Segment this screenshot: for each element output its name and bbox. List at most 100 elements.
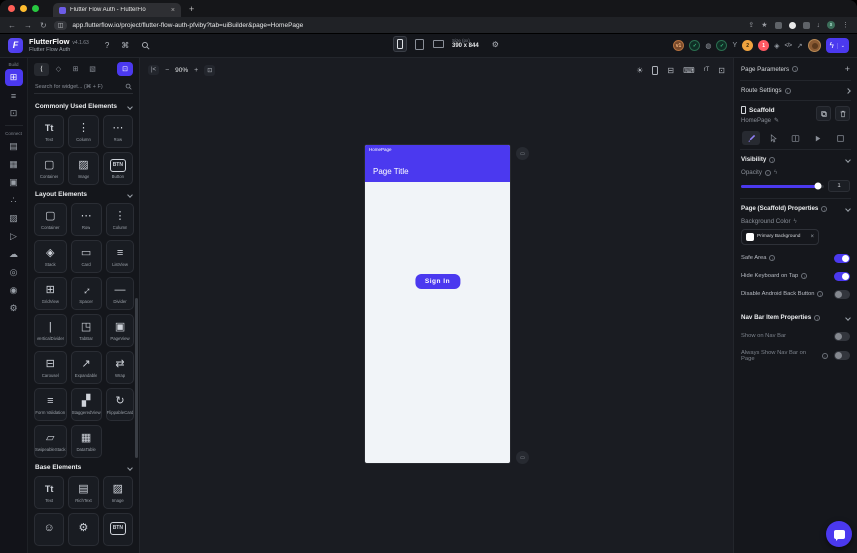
widget-card-column[interactable]: ⋮ Column [68, 115, 98, 148]
background-color-chip[interactable]: Primary Background × [741, 229, 819, 245]
device-phone-button[interactable] [393, 36, 407, 52]
zoom-out-icon[interactable]: − [165, 67, 169, 74]
download-icon[interactable]: ↓ [817, 22, 821, 29]
omnibox[interactable]: ◫ app.flutterflow.io/project/flutter-flo… [54, 21, 742, 30]
warning-count-badge[interactable]: 2 [742, 40, 753, 51]
canvas[interactable]: |< − 90% + ⊡ ☀ ⊟ ⌨ rT ⊡ HomePage [140, 58, 733, 553]
app-bar-title[interactable]: Page Title [373, 167, 409, 176]
toggle-hide-keyboard-on-tap[interactable] [834, 272, 850, 281]
open-widget-tree-button[interactable]: ⊡ [117, 62, 133, 76]
app-bar[interactable]: HomePage Page Title [365, 145, 510, 182]
palette-tab-widgets[interactable]: ⟨ [34, 63, 49, 76]
page-parameters-row[interactable]: Page Parameters i + [740, 58, 851, 80]
rail-item-storyboard-icon[interactable]: ▨ [5, 210, 23, 227]
widget-card-image[interactable]: ▨ Image [68, 152, 98, 185]
widget-search[interactable] [34, 81, 133, 94]
widget-card-verticaldivider[interactable]: | VerticalDivider [34, 314, 67, 347]
rail-item-data-types-icon[interactable]: ▦ [5, 156, 23, 173]
keyboard-icon[interactable]: ⌨ [683, 66, 695, 75]
bookmark-star-icon[interactable]: ★ [761, 21, 767, 29]
slider-knob[interactable] [815, 183, 822, 190]
widget-card-richtext[interactable]: ▤ RichText [68, 476, 98, 509]
widget-card-unlabeled[interactable]: BTN [103, 513, 133, 546]
widget-card-carousel[interactable]: ⊟ Carousel [34, 351, 67, 384]
run-button[interactable]: ϟ ⌄ [826, 38, 849, 53]
rail-item-api-calls-icon[interactable]: ∴ [5, 192, 23, 209]
rail-item-settings-icon[interactable]: ⚙ [5, 300, 23, 317]
rail-item-page-selector-icon[interactable]: ⊡ [5, 105, 23, 122]
rail-item-tests-icon[interactable]: ◎ [5, 264, 23, 281]
nav-bar-section-header[interactable]: Nav Bar Item Properties i [740, 308, 851, 327]
browser-menu-icon[interactable]: ⋮ [842, 21, 849, 29]
github-icon[interactable]: ◍ [705, 42, 711, 50]
widget-card-pageview[interactable]: ▣ PageView [106, 314, 135, 347]
tab-animations[interactable] [809, 131, 827, 145]
project-name[interactable]: Flutter Flow Auth [29, 47, 89, 53]
phone-mockup[interactable]: HomePage Page Title Sign In [365, 145, 510, 463]
canvas-size-icon[interactable]: ⊡ [718, 66, 725, 75]
visibility-section-header[interactable]: Visibility i [740, 150, 851, 169]
sync-check-icon[interactable]: ✓ [689, 40, 700, 51]
widget-card-spacer[interactable]: ↔ Spacer [71, 277, 102, 310]
browser-tab[interactable]: Flutter Flow Auth - FlutterFlo × [53, 3, 181, 17]
widget-card-card[interactable]: ▭ Card [71, 240, 102, 273]
palette-tab-add[interactable]: ⊞ [68, 63, 83, 76]
error-count-badge[interactable]: 1 [758, 40, 769, 51]
browser-reload-icon[interactable]: ↻ [40, 21, 47, 30]
opacity-slider[interactable] [741, 185, 824, 188]
framed-phone-icon[interactable]: ⊟ [667, 66, 674, 75]
color-swatch[interactable] [746, 233, 754, 241]
rail-item-media-assets-icon[interactable]: ▣ [5, 174, 23, 191]
tab-layout[interactable] [787, 131, 805, 145]
widget-name[interactable]: HomePage [741, 118, 771, 124]
palette-tab-templates[interactable]: ▧ [85, 63, 100, 76]
widget-card-row[interactable]: ⋯ Row [103, 115, 133, 148]
extension-icon[interactable] [775, 22, 782, 29]
copy-widget-button[interactable] [816, 106, 831, 121]
toggle-always-show-nav-bar-on-page[interactable] [834, 351, 850, 360]
extension-icon[interactable] [789, 22, 796, 29]
user-avatar[interactable] [808, 39, 821, 52]
widget-card-wrap[interactable]: ⇄ Wrap [106, 351, 135, 384]
site-info-icon[interactable]: ◫ [54, 21, 68, 30]
set-from-variable-icon[interactable]: ϟ [774, 170, 777, 176]
widget-card-staggeredview[interactable]: ▞ StaggeredView [71, 388, 102, 421]
add-parameter-icon[interactable]: + [845, 64, 850, 74]
widget-card-listview[interactable]: ≡ ListView [106, 240, 135, 273]
rail-item-widget-tree-icon[interactable]: ≡ [5, 87, 23, 104]
widget-card-stack[interactable]: ◈ Stack [34, 240, 67, 273]
fit-to-screen-icon[interactable]: ⊡ [204, 65, 215, 76]
clear-color-icon[interactable]: × [810, 234, 814, 240]
run-options-chevron-icon[interactable]: ⌄ [837, 43, 845, 49]
palette-tab-components[interactable]: ◇ [51, 63, 66, 76]
rail-item-database-icon[interactable]: ▤ [5, 138, 23, 155]
build-check-icon[interactable]: ✓ [716, 40, 727, 51]
rail-item-cloud-functions-icon[interactable]: ☁ [5, 246, 23, 263]
widget-search-input[interactable] [35, 84, 125, 90]
widget-card-unlabeled[interactable]: ☺ [34, 513, 64, 546]
extension-icon[interactable] [803, 22, 810, 29]
route-settings-row[interactable]: Route Settings i [740, 81, 851, 100]
minimize-window-button[interactable] [20, 5, 27, 12]
opacity-value-input[interactable] [828, 180, 850, 192]
widget-card-datatable[interactable]: ▦ DataTable [71, 425, 102, 458]
widget-card-form-validation[interactable]: ≡ Form Validation [34, 388, 67, 421]
widget-card-flippablecard[interactable]: ↻ FlippableCard [106, 388, 135, 421]
window-controls[interactable] [8, 5, 39, 12]
page-name-label[interactable]: HomePage [369, 147, 392, 152]
widget-card-tabbar[interactable]: ◳ TabBar [71, 314, 102, 347]
browser-profile-avatar[interactable]: s [827, 21, 835, 29]
widget-card-divider[interactable]: — Divider [106, 277, 135, 310]
branch-icon[interactable]: Y [732, 42, 737, 49]
widget-card-unlabeled[interactable]: ⚙ [68, 513, 98, 546]
close-window-button[interactable] [8, 5, 15, 12]
rail-item-actions-icon[interactable]: ▷ [5, 228, 23, 245]
zoom-level[interactable]: 90% [175, 67, 188, 74]
zoom-in-icon[interactable]: + [194, 67, 198, 74]
device-frame-icon[interactable] [652, 66, 658, 75]
browser-back-icon[interactable]: ← [8, 21, 16, 30]
sign-in-button[interactable]: Sign In [415, 274, 460, 289]
widget-card-container[interactable]: ▢ Container [34, 203, 67, 236]
support-chat-button[interactable] [826, 521, 852, 547]
issues-shield-icon[interactable]: ◈ [774, 42, 779, 50]
